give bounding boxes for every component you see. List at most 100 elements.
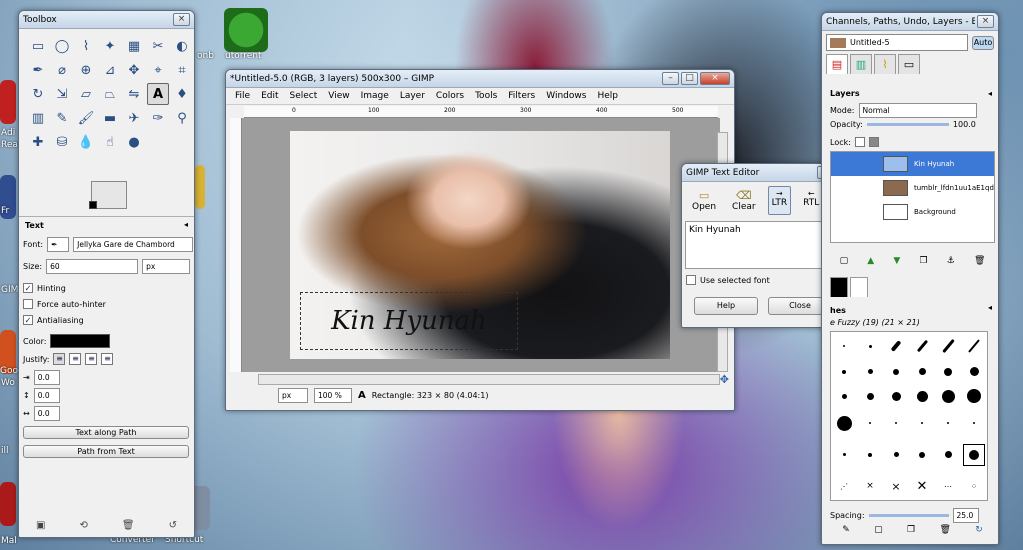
ellipse-select-icon[interactable]: ◯ bbox=[51, 35, 73, 57]
dodge-burn-icon[interactable]: ● bbox=[123, 131, 145, 153]
brush-item[interactable] bbox=[890, 340, 902, 353]
brush-item[interactable] bbox=[944, 367, 952, 376]
shear-icon[interactable]: ▱ bbox=[75, 83, 97, 105]
perspective-icon[interactable]: ⏢ bbox=[99, 83, 121, 105]
raise-layer-icon[interactable]: ▲ bbox=[867, 256, 874, 266]
bucket-fill-icon[interactable]: ♦ bbox=[171, 83, 193, 105]
layer-row[interactable]: tumblr_lfdn1uu1aE1qda bbox=[831, 176, 994, 200]
menu-view[interactable]: View bbox=[328, 91, 349, 101]
edit-brush-icon[interactable]: ✎ bbox=[842, 525, 850, 535]
size-field[interactable]: 60 bbox=[46, 259, 139, 274]
clear-button[interactable]: ⌫ Clear bbox=[728, 186, 760, 215]
menu-colors[interactable]: Colors bbox=[436, 91, 464, 101]
fuzzy-select-icon[interactable]: ✦ bbox=[99, 35, 121, 57]
panel-menu-icon[interactable]: ◂ bbox=[184, 220, 188, 229]
desktop-label-ill[interactable]: ill bbox=[1, 446, 9, 456]
menu-edit[interactable]: Edit bbox=[261, 91, 278, 101]
brush-item[interactable] bbox=[893, 452, 899, 458]
brush-item[interactable] bbox=[969, 367, 979, 377]
clone-icon[interactable]: ⚲ bbox=[171, 107, 193, 129]
menu-layer[interactable]: Layer bbox=[400, 91, 425, 101]
brush-item[interactable]: ⋰ bbox=[840, 482, 848, 491]
menu-windows[interactable]: Windows bbox=[546, 91, 586, 101]
tab-layers[interactable]: ▤ bbox=[826, 54, 848, 74]
auto-button[interactable]: Auto bbox=[972, 35, 994, 50]
brush-item[interactable] bbox=[866, 392, 874, 400]
brush-item[interactable] bbox=[842, 369, 846, 374]
unit-select[interactable]: px bbox=[278, 388, 308, 403]
brush-item[interactable] bbox=[895, 422, 897, 425]
scissors-icon[interactable]: ✂ bbox=[147, 35, 169, 57]
brush-item[interactable]: ✕ bbox=[917, 479, 928, 494]
color-select-icon[interactable]: ▦ bbox=[123, 35, 145, 57]
menu-help[interactable]: Help bbox=[597, 91, 618, 101]
brush-item[interactable] bbox=[916, 390, 928, 402]
lock-alpha-checkbox[interactable] bbox=[868, 137, 879, 147]
paintbrush-icon[interactable]: 🖌 bbox=[75, 107, 97, 129]
brush-item[interactable] bbox=[916, 340, 928, 353]
crop-icon[interactable]: ⌗ bbox=[171, 59, 193, 81]
spacing-field[interactable]: 25.0 bbox=[952, 508, 979, 523]
text-editor-titlebar[interactable]: GIMP Text Editor × bbox=[682, 164, 838, 182]
delete-layer-icon[interactable]: 🗑 bbox=[974, 256, 985, 266]
layer-row[interactable]: Background bbox=[831, 200, 994, 224]
brush-item[interactable] bbox=[841, 393, 847, 399]
brush-item[interactable] bbox=[973, 422, 975, 425]
refresh-brushes-icon[interactable]: ↻ bbox=[975, 525, 983, 535]
line-spacing-field[interactable]: 0.0 bbox=[33, 388, 60, 403]
rect-select-icon[interactable]: ▭ bbox=[27, 35, 49, 57]
utorrent-desktop-icon[interactable] bbox=[224, 8, 268, 52]
canvas-area[interactable]: Kin Hyunah bbox=[242, 118, 720, 372]
blur-icon[interactable]: 💧 bbox=[75, 131, 97, 153]
heal-icon[interactable]: ✚ bbox=[27, 131, 49, 153]
restore-options-icon[interactable]: ⟲ bbox=[79, 520, 87, 531]
zoom-icon[interactable]: ⊕ bbox=[75, 59, 97, 81]
blend-icon[interactable]: ▥ bbox=[27, 107, 49, 129]
layers-menu-icon[interactable]: ◂ bbox=[988, 89, 992, 98]
opacity-slider[interactable] bbox=[866, 123, 949, 126]
hinting-checkbox[interactable]: ✓ bbox=[23, 283, 33, 293]
tab-fg-color[interactable] bbox=[830, 277, 848, 297]
brush-item[interactable] bbox=[919, 451, 925, 458]
brush-item[interactable] bbox=[869, 422, 871, 425]
font-field[interactable]: Jellyka Gare de Chambord bbox=[73, 237, 194, 252]
rtl-button[interactable]: ← RTL bbox=[799, 186, 823, 215]
brush-item[interactable] bbox=[944, 451, 952, 459]
delete-options-icon[interactable]: 🗑 bbox=[122, 520, 135, 531]
brush-item[interactable]: × bbox=[891, 480, 900, 493]
opacity-value[interactable]: 100.0 bbox=[953, 120, 976, 129]
toolbox-close-button[interactable]: × bbox=[173, 13, 190, 26]
close-button[interactable]: × bbox=[700, 72, 730, 85]
foreground-select-icon[interactable]: ◐ bbox=[171, 35, 193, 57]
menu-tools[interactable]: Tools bbox=[475, 91, 497, 101]
menu-select[interactable]: Select bbox=[290, 91, 318, 101]
desktop-label-fr[interactable]: Fr bbox=[1, 206, 9, 216]
justify-right-button[interactable]: ≡ bbox=[69, 353, 82, 365]
color-picker-icon[interactable]: ⌀ bbox=[51, 59, 73, 81]
mode-select[interactable]: Normal bbox=[858, 103, 977, 118]
move-icon[interactable]: ✥ bbox=[123, 59, 145, 81]
text-layer-selection[interactable]: Kin Hyunah bbox=[300, 292, 518, 350]
horizontal-scrollbar[interactable] bbox=[258, 374, 720, 385]
text-tool-icon[interactable]: A bbox=[147, 83, 169, 105]
menu-image[interactable]: Image bbox=[361, 91, 389, 101]
delete-brush-icon[interactable]: 🗑 bbox=[939, 525, 950, 535]
canvas-photo[interactable]: Kin Hyunah bbox=[290, 131, 670, 359]
image-window-titlebar[interactable]: *Untitled-5.0 (RGB, 3 layers) 500x300 – … bbox=[226, 70, 734, 88]
flip-icon[interactable]: ⇋ bbox=[123, 83, 145, 105]
desktop-label-utorrent[interactable]: utorrent bbox=[225, 51, 262, 61]
text-color-button[interactable] bbox=[50, 334, 111, 348]
free-select-icon[interactable]: ⌇ bbox=[75, 35, 97, 57]
anchor-layer-icon[interactable]: ⚓ bbox=[947, 256, 955, 266]
brush-item[interactable] bbox=[891, 391, 901, 401]
justify-center-button[interactable]: ≡ bbox=[85, 353, 98, 365]
text-editor-input[interactable]: Kin Hyunah bbox=[685, 221, 835, 269]
app-desktop-icon-1[interactable] bbox=[0, 80, 16, 124]
maximize-button[interactable]: □ bbox=[681, 72, 698, 85]
ink-icon[interactable]: ✑ bbox=[147, 107, 169, 129]
layer-name[interactable]: tumblr_lfdn1uu1aE1qda bbox=[914, 184, 994, 192]
lock-pixels-checkbox[interactable] bbox=[854, 137, 865, 147]
minimize-button[interactable]: – bbox=[662, 72, 679, 85]
app-desktop-icon-5[interactable] bbox=[195, 165, 205, 209]
save-options-icon[interactable]: ▣ bbox=[36, 520, 45, 531]
